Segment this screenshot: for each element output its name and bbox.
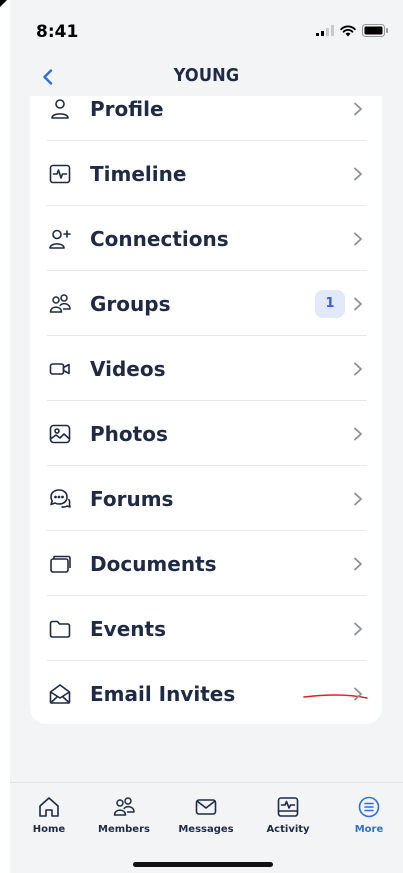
members-icon [89,793,159,821]
menu-item-videos[interactable]: Videos [47,336,367,401]
phone-screen: 8:41 YOUNG Profile Timeline Connections … [10,0,403,873]
video-camera-icon [49,358,71,380]
battery-icon [362,24,388,37]
tab-label: Activity [266,824,310,835]
chevron-right-icon [354,297,362,310]
chevron-right-icon [354,102,362,115]
menu-item-timeline[interactable]: Timeline [47,141,367,206]
tab-label: More [354,824,384,835]
menu-item-label: Connections [90,226,229,251]
menu-item-label: Timeline [90,161,187,186]
tab-label: Members [98,824,150,835]
chevron-right-icon [354,362,362,375]
home-indicator[interactable] [133,862,273,867]
messages-icon [171,793,241,821]
bottom-tab-bar: Home Members Messages Activity More [10,782,403,873]
groups-count-badge: 1 [315,289,345,318]
timeline-icon [49,163,71,185]
profile-icon [49,98,71,120]
groups-icon [49,293,71,315]
menu-item-profile[interactable]: Profile [47,96,367,141]
status-bar: 8:41 [10,0,403,60]
chevron-right-icon [354,557,362,570]
menu-item-label: Email Invites [90,681,236,706]
tab-messages[interactable]: Messages [171,793,241,845]
status-icons [316,24,389,37]
menu-item-label: Events [90,616,166,641]
chevron-right-icon [354,232,362,245]
folder-icon [49,618,71,640]
tab-label: Home [32,824,66,835]
status-time: 8:41 [36,22,79,42]
menu-item-label: Groups [90,291,171,316]
menu-item-events[interactable]: Events [47,596,367,661]
tab-label: Messages [178,824,234,835]
home-icon [14,793,84,821]
menu-item-connections[interactable]: Connections [47,206,367,271]
menu-item-label: Profile [90,96,164,121]
menu-item-documents[interactable]: Documents [47,531,367,596]
menu-item-label: Documents [90,551,217,576]
more-icon [334,793,403,821]
corner-mark [0,0,7,7]
menu-item-label: Forums [90,486,174,511]
page-title: YOUNG [173,65,240,86]
more-menu-card: Profile Timeline Connections Groups 1 Vi… [30,96,382,724]
menu-item-photos[interactable]: Photos [47,401,367,466]
tab-more[interactable]: More [334,793,403,845]
tab-home[interactable]: Home [14,793,84,845]
wifi-icon [340,25,356,36]
menu-item-email-invites[interactable]: Email Invites [47,661,368,724]
tab-members[interactable]: Members [89,793,159,845]
cellular-signal-icon [316,25,334,36]
chevron-right-icon [354,167,362,180]
menu-item-label: Videos [90,356,166,381]
menu-item-forums[interactable]: Forums [47,466,367,531]
connections-icon [49,228,71,250]
menu-item-label: Photos [90,421,168,446]
menu-item-groups[interactable]: Groups 1 [47,271,367,336]
chat-bubbles-icon [49,488,71,510]
navigation-bar: YOUNG [10,60,403,96]
envelope-open-icon [49,683,71,705]
documents-icon [49,553,71,575]
photo-icon [49,423,71,445]
chevron-right-icon [354,492,362,505]
chevron-right-icon [354,687,362,700]
chevron-right-icon [354,622,362,635]
activity-icon [253,793,323,821]
tab-activity[interactable]: Activity [253,793,323,845]
chevron-right-icon [354,427,362,440]
